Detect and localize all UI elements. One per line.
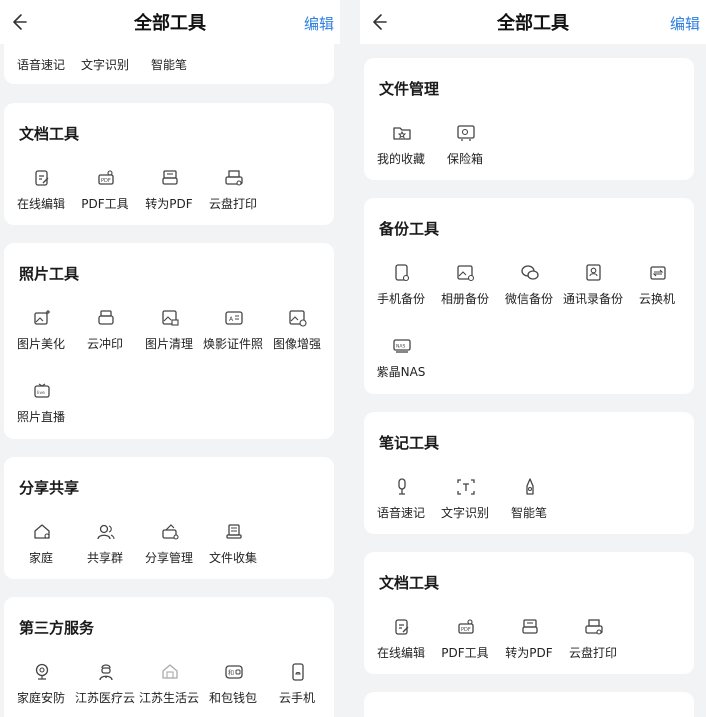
smart-pen-icon [520,477,540,497]
top-bar: 全部工具 编辑 [360,0,706,44]
tool-label: 云手机 [278,691,315,705]
photo-tools-card: 照片工具 图片美化 云冲印 图片清理 A 焕影证件照 图像增强 live 照片直… [4,243,334,439]
backup-tools-card: 备份工具 手机备份 相册备份 微信备份 通讯录备份 云换机 NAS 紫晶NAS [364,198,694,394]
jiangsu-life-icon [160,662,180,682]
svg-text:PDF: PDF [101,178,111,184]
page-title: 全部工具 [497,13,569,34]
partial-tool-row: 语音速记 文字识别 智能笔 [4,52,334,76]
safe-box-icon [456,123,476,143]
wechat-backup-icon [520,263,540,283]
tool-cloud-print[interactable]: 云盘打印 [201,168,265,214]
share-manage-icon [160,522,180,542]
section-title: 文档工具 [379,574,440,592]
photo-clean-icon [160,308,180,328]
edit-button[interactable]: 编辑 [304,13,334,34]
tool-cloud-phone[interactable]: 云手机 [265,662,329,708]
nas-icon: NAS [392,336,412,356]
edit-doc-icon [32,168,52,188]
section-title: 备份工具 [379,220,440,238]
tool-label: 云盘打印 [568,646,617,660]
tool-label[interactable]: 智能笔 [151,56,187,73]
favorites-icon [392,123,412,143]
third-party-card: 第三方服务 家庭安防 江苏医疗云 江苏生活云 和 和包钱包 云手机 [4,597,334,717]
doc-tools-card: 文档工具 在线编辑 PDF PDF工具 转为PDF 云盘打印 [4,103,334,225]
next-card-partial [364,692,694,717]
tool-label: 保险箱 [446,152,483,166]
doc-tools-card: 文档工具 在线编辑 PDF PDF工具 转为PDF 云盘打印 [364,552,694,674]
file-collect-icon [224,522,244,542]
svg-text:和: 和 [228,669,234,677]
photo-beautify-icon [32,308,52,328]
jiangsu-medical-icon [96,662,116,682]
home-security-icon [32,662,52,682]
image-enhance-icon [288,308,308,328]
tool-label: 云换机 [638,292,675,306]
family-icon [32,522,52,542]
tool-nas[interactable]: NAS 紫晶NAS [369,336,433,382]
tool-label: 云盘打印 [208,197,257,211]
section-title: 分享共享 [19,479,80,497]
tool-safe-box[interactable]: 保险箱 [433,123,497,169]
album-backup-icon [456,263,476,283]
cloud-print-icon [224,168,244,188]
id-photo-icon: A [224,308,244,328]
tool-photo-live[interactable]: live 照片直播 [9,381,73,427]
edit-button[interactable]: 编辑 [670,13,700,34]
photo-live-icon: live [32,381,52,401]
tool-file-collect[interactable]: 文件收集 [201,522,265,568]
edit-doc-icon [392,617,412,637]
convert-pdf-icon [160,168,180,188]
convert-pdf-icon [520,617,540,637]
svg-text:NAS: NAS [396,344,405,350]
note-tools-card-partial: 语音速记 文字识别 智能笔 [4,44,334,84]
page-title: 全部工具 [134,13,206,34]
note-tools-card: 笔记工具 语音速记 文字识别 智能笔 [364,412,694,534]
cloud-switch-phone-icon [648,263,668,283]
tool-label[interactable]: 文字识别 [81,56,129,73]
tool-image-enhance[interactable]: 图像增强 [265,308,329,354]
tool-cloud-print[interactable]: 云盘打印 [561,617,625,663]
tool-label: 智能笔 [510,506,547,520]
cloud-print-icon [584,617,604,637]
svg-text:live: live [37,390,45,396]
top-bar: 全部工具 编辑 [0,0,340,44]
section-title: 文件管理 [379,80,440,98]
cloud-photo-print-icon [96,308,116,328]
cloud-phone-icon [288,662,308,682]
share-card: 分享共享 家庭 共享群 分享管理 文件收集 [4,457,334,579]
tool-label: 图像增强 [272,337,321,351]
tool-label: 照片直播 [16,410,65,424]
section-title: 照片工具 [19,265,80,283]
text-recognition-icon [456,477,476,497]
section-title: 文档工具 [19,125,80,143]
hebao-wallet-icon: 和 [224,662,244,682]
tool-smart-pen[interactable]: 智能笔 [497,477,561,523]
contacts-backup-icon [584,263,604,283]
pdf-icon: PDF [456,617,476,637]
tool-label: 紫晶NAS [376,365,426,379]
svg-text:A: A [229,316,234,323]
left-screen: 全部工具 编辑 语音速记 文字识别 智能笔 文档工具 在线编辑 PDF PDF工… [0,0,340,717]
tool-label[interactable]: 语音速记 [17,56,65,73]
section-title: 笔记工具 [379,434,440,452]
pdf-icon: PDF [96,168,116,188]
tool-cloud-switch-phone[interactable]: 云换机 [625,263,689,309]
phone-backup-icon [392,263,412,283]
section-title: 第三方服务 [19,619,95,637]
right-screen: 全部工具 编辑 文件管理 我的收藏 保险箱 备份工具 手机备份 相册备份 微信备… [360,0,706,717]
voice-note-icon [392,477,412,497]
tool-label: 文件收集 [208,551,257,565]
share-group-icon [96,522,116,542]
svg-text:PDF: PDF [461,627,471,633]
file-manage-card: 文件管理 我的收藏 保险箱 [364,58,694,180]
